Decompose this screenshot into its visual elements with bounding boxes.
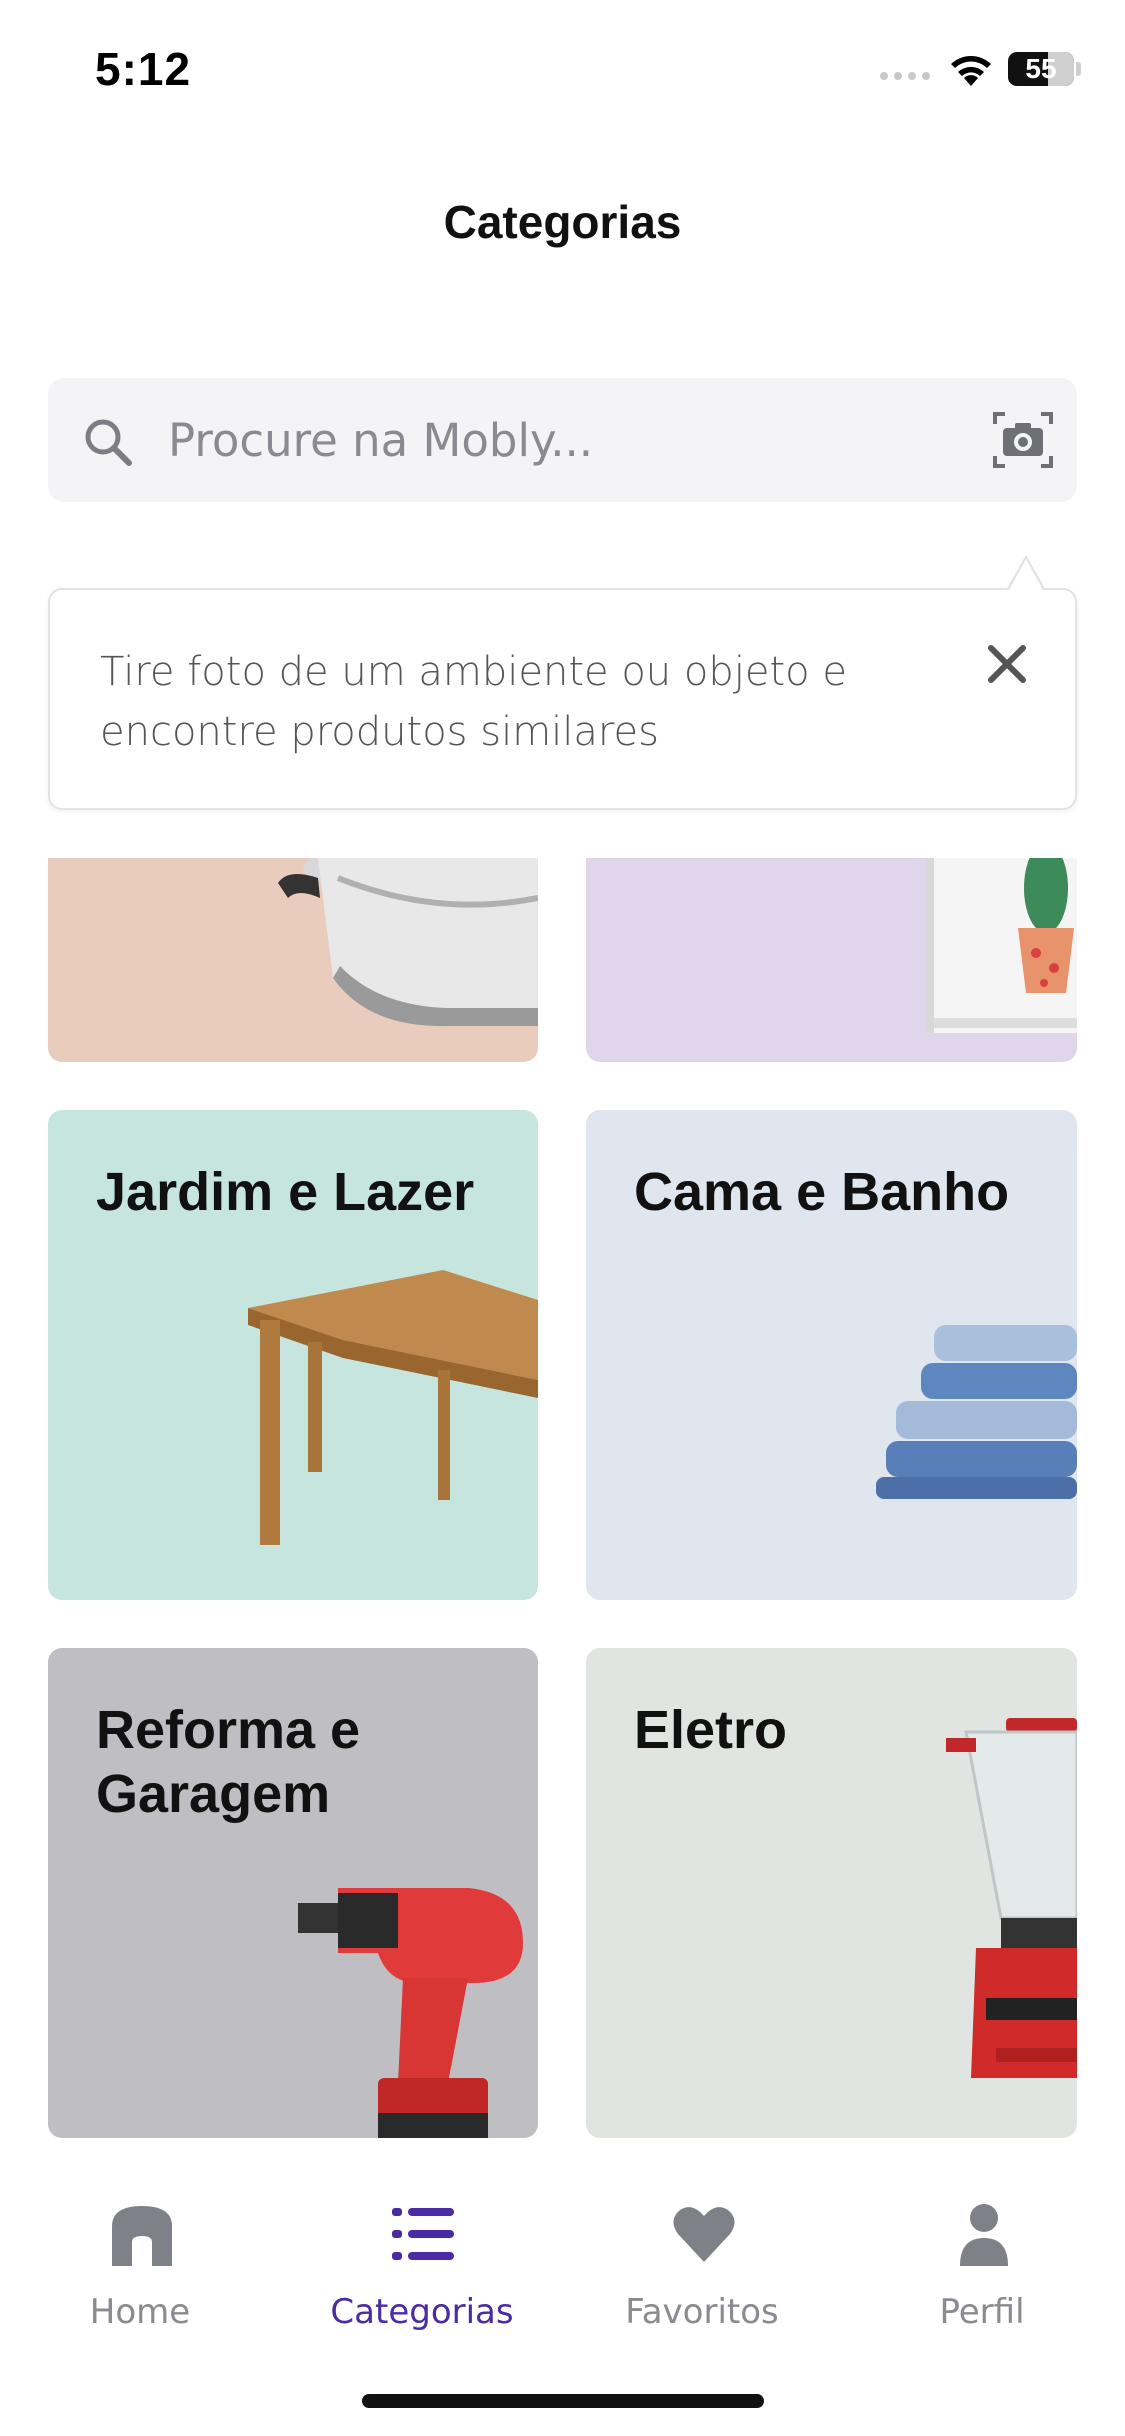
tab-label: Favoritos: [625, 2292, 779, 2332]
tooltip-arrow-fill: [1008, 559, 1044, 592]
category-card-jardim[interactable]: Jardim e Lazer: [48, 1110, 538, 1600]
power-drill-image: [298, 1888, 523, 2138]
search-icon: [85, 419, 132, 466]
page-title: Categorias: [443, 196, 682, 248]
tooltip-text: Tire foto de um ambiente ou objeto e enc…: [100, 649, 847, 755]
home-indicator: [362, 2394, 764, 2408]
category-label: Cama e Banho: [634, 1162, 1010, 1222]
cellular-signal-icon: [880, 72, 932, 84]
tab-label: Home: [89, 2292, 191, 2332]
towels-image: [876, 1325, 1077, 1499]
blender-image: [946, 1718, 1077, 2078]
search-input[interactable]: [168, 408, 988, 472]
tab-label: Perfil: [939, 2292, 1025, 2332]
tab-home[interactable]: Home: [30, 2200, 250, 2370]
tab-favoritos[interactable]: Favoritos: [592, 2200, 812, 2370]
close-icon[interactable]: [985, 642, 1029, 686]
battery-icon: 55: [1008, 52, 1074, 86]
heart-icon: [673, 2207, 735, 2262]
battery-level: 55: [1025, 53, 1057, 84]
tab-label: Categorias: [330, 2292, 514, 2332]
list-icon: [392, 2208, 454, 2260]
category-label: Reforma e Garagem: [96, 1700, 361, 1824]
wifi-icon: [951, 56, 991, 86]
category-card-decor[interactable]: [586, 858, 1077, 1062]
wooden-table-image: [248, 1270, 538, 1545]
category-card-cookware[interactable]: [48, 858, 538, 1062]
category-label: Jardim e Lazer: [96, 1162, 475, 1222]
category-card-reforma[interactable]: Reforma e Garagem: [48, 1648, 538, 2138]
home-icon: [112, 2206, 172, 2266]
battery-tip: [1076, 62, 1081, 76]
search-bar[interactable]: [48, 378, 1077, 502]
status-time: 5:12: [95, 43, 192, 95]
cookware-pot-image: [278, 858, 538, 1027]
tab-perfil[interactable]: Perfil: [872, 2200, 1092, 2370]
camera-icon[interactable]: [991, 410, 1055, 470]
category-card-cama-banho[interactable]: Cama e Banho: [586, 1110, 1077, 1600]
cactus-frame-image: [926, 858, 1077, 1033]
status-bar: 5:12 55: [0, 0, 1125, 140]
camera-tooltip: Tire foto de um ambiente ou objeto e enc…: [48, 588, 1077, 810]
tab-categorias[interactable]: Categorias: [312, 2200, 532, 2370]
category-card-eletro[interactable]: Eletro: [586, 1648, 1077, 2138]
person-icon: [960, 2204, 1008, 2266]
